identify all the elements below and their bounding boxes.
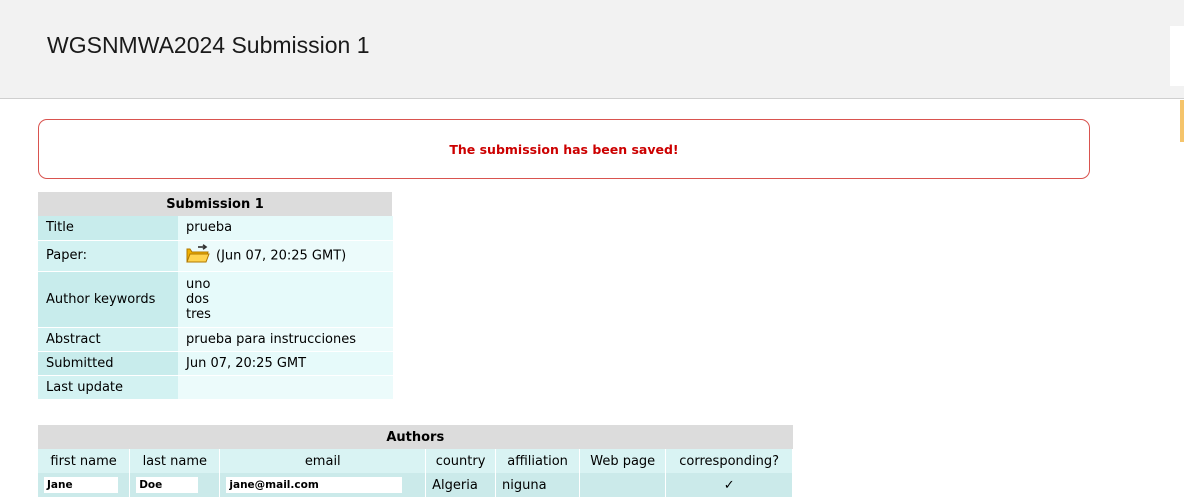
column-header-corresponding: corresponding?: [665, 449, 793, 473]
title-value: prueba: [178, 216, 393, 241]
author-first-name: Jane: [38, 473, 131, 497]
keyword-item: dos: [186, 291, 209, 307]
author-web-page: [579, 473, 667, 497]
author-last-name: Doe: [129, 473, 221, 497]
last-update-value: [178, 375, 393, 400]
right-edge-accent: [1180, 100, 1184, 142]
abstract-label: Abstract: [38, 327, 178, 352]
submitted-value: Jun 07, 20:25 GMT: [178, 351, 393, 376]
table-row: Jane Doe jane@mail.com Algeria niguna ✓: [38, 473, 793, 497]
paper-date: (Jun 07, 20:25 GMT): [216, 248, 347, 263]
column-header-affiliation: affiliation: [495, 449, 581, 473]
right-edge-panel: [1170, 26, 1184, 86]
keywords-label: Author keywords: [38, 271, 178, 328]
paper-value: (Jun 07, 20:25 GMT): [178, 240, 393, 272]
title-label: Title: [38, 216, 178, 241]
submission-table: Submission 1 Title prueba Paper: (Jun 07…: [38, 192, 393, 400]
column-header-web-page: Web page: [579, 449, 667, 473]
submitted-label: Submitted: [38, 351, 178, 376]
page-title: WGSNMWA2024 Submission 1: [47, 32, 370, 58]
author-country: Algeria: [425, 473, 497, 497]
column-header-first-name: first name: [38, 449, 131, 473]
author-affiliation: niguna: [495, 473, 581, 497]
keyword-item: uno: [186, 276, 211, 292]
column-header-country: country: [425, 449, 497, 473]
authors-table: Authors first name last name email count…: [38, 425, 793, 497]
author-email: jane@mail.com: [219, 473, 427, 497]
submission-heading: Submission 1: [38, 192, 393, 216]
saved-notice-text: The submission has been saved!: [449, 141, 679, 157]
column-header-email: email: [219, 449, 427, 473]
saved-notice: The submission has been saved!: [38, 119, 1090, 179]
abstract-value: prueba para instrucciones: [178, 327, 393, 352]
keywords-value: uno dos tres: [178, 271, 393, 328]
keyword-item: tres: [186, 306, 211, 322]
author-corresponding-check: ✓: [665, 473, 793, 497]
folder-icon[interactable]: [186, 243, 210, 268]
authors-heading: Authors: [38, 425, 793, 449]
page-header: WGSNMWA2024 Submission 1: [0, 0, 1184, 99]
column-header-last-name: last name: [129, 449, 221, 473]
last-update-label: Last update: [38, 375, 178, 400]
paper-label: Paper:: [38, 240, 178, 272]
